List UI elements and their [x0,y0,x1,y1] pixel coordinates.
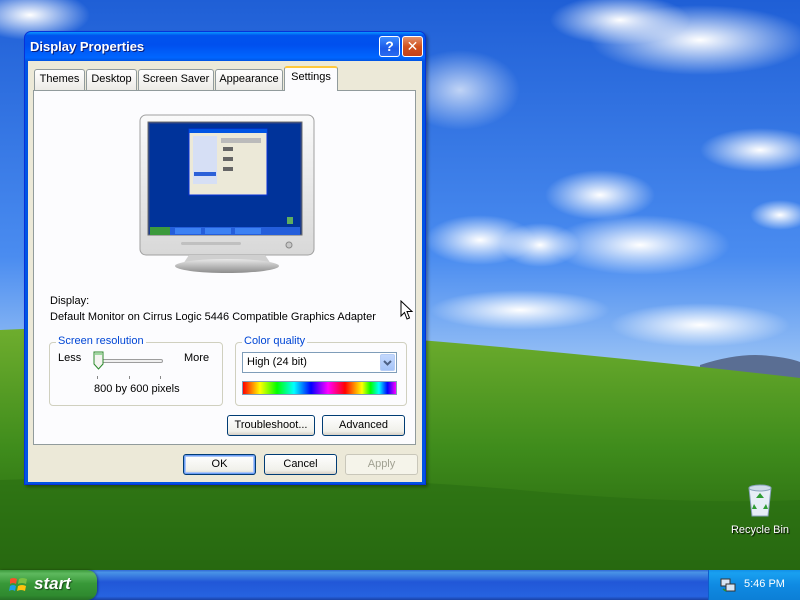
color-quality-title: Color quality [242,335,308,347]
slider-tick [129,376,130,379]
monitor-preview [139,114,315,273]
resolution-slider-track[interactable] [95,359,163,363]
dropdown-button[interactable] [380,354,395,371]
chevron-down-icon [383,360,392,366]
window-title: Display Properties [30,39,145,54]
less-label: Less [58,352,82,364]
resolution-value: 800 by 600 pixels [94,383,180,395]
windows-logo-icon [9,578,27,591]
recycle-bin-label: Recycle Bin [730,524,790,536]
dialog-body: Themes Desktop Screen Saver Appearance S… [28,61,422,482]
slider-tick [160,376,161,379]
screen-resolution-title: Screen resolution [56,335,146,347]
resolution-slider-thumb[interactable] [93,351,104,370]
tab-themes[interactable]: Themes [34,69,85,90]
troubleshoot-button[interactable]: Troubleshoot... [227,415,315,436]
color-quality-group: Color quality High (24 bit) [235,335,407,406]
color-quality-value: High (24 bit) [247,356,307,368]
start-label: start [34,574,71,593]
screen-resolution-group: Screen resolution Less More 800 by 600 p… [49,335,223,406]
display-label: Display: [50,295,90,307]
taskbar: start 5:46 PM [0,570,800,600]
help-button[interactable]: ? [379,36,400,57]
recycle-bin-icon [748,484,772,517]
tab-screen-saver[interactable]: Screen Saver [138,69,214,90]
title-bar[interactable]: Display Properties ? ✕ [25,32,425,61]
color-quality-select[interactable]: High (24 bit) [242,352,397,373]
display-adapter-name: Default Monitor on Cirrus Logic 5446 Com… [50,311,376,323]
advanced-button[interactable]: Advanced [322,415,405,436]
more-label: More [184,352,210,364]
tab-appearance[interactable]: Appearance [215,69,283,90]
tab-settings[interactable]: Settings [284,66,338,91]
settings-panel: Display: Default Monitor on Cirrus Logic… [33,90,416,445]
color-spectrum-bar [242,381,397,395]
ok-button[interactable]: OK [183,454,256,475]
mouse-cursor-icon [400,300,414,320]
start-button[interactable]: start [0,570,97,600]
desktop-icon-recycle-bin[interactable]: Recycle Bin [728,484,792,542]
clock[interactable]: 5:46 PM [744,578,785,590]
slider-tick [97,376,98,379]
cancel-button[interactable]: Cancel [264,454,337,475]
tab-desktop[interactable]: Desktop [86,69,137,90]
network-icon[interactable] [720,577,736,593]
close-button[interactable]: ✕ [402,36,423,57]
display-properties-window: Display Properties ? ✕ Themes Desktop Sc… [24,31,426,485]
system-tray: 5:46 PM [708,570,800,600]
apply-button[interactable]: Apply [345,454,418,475]
